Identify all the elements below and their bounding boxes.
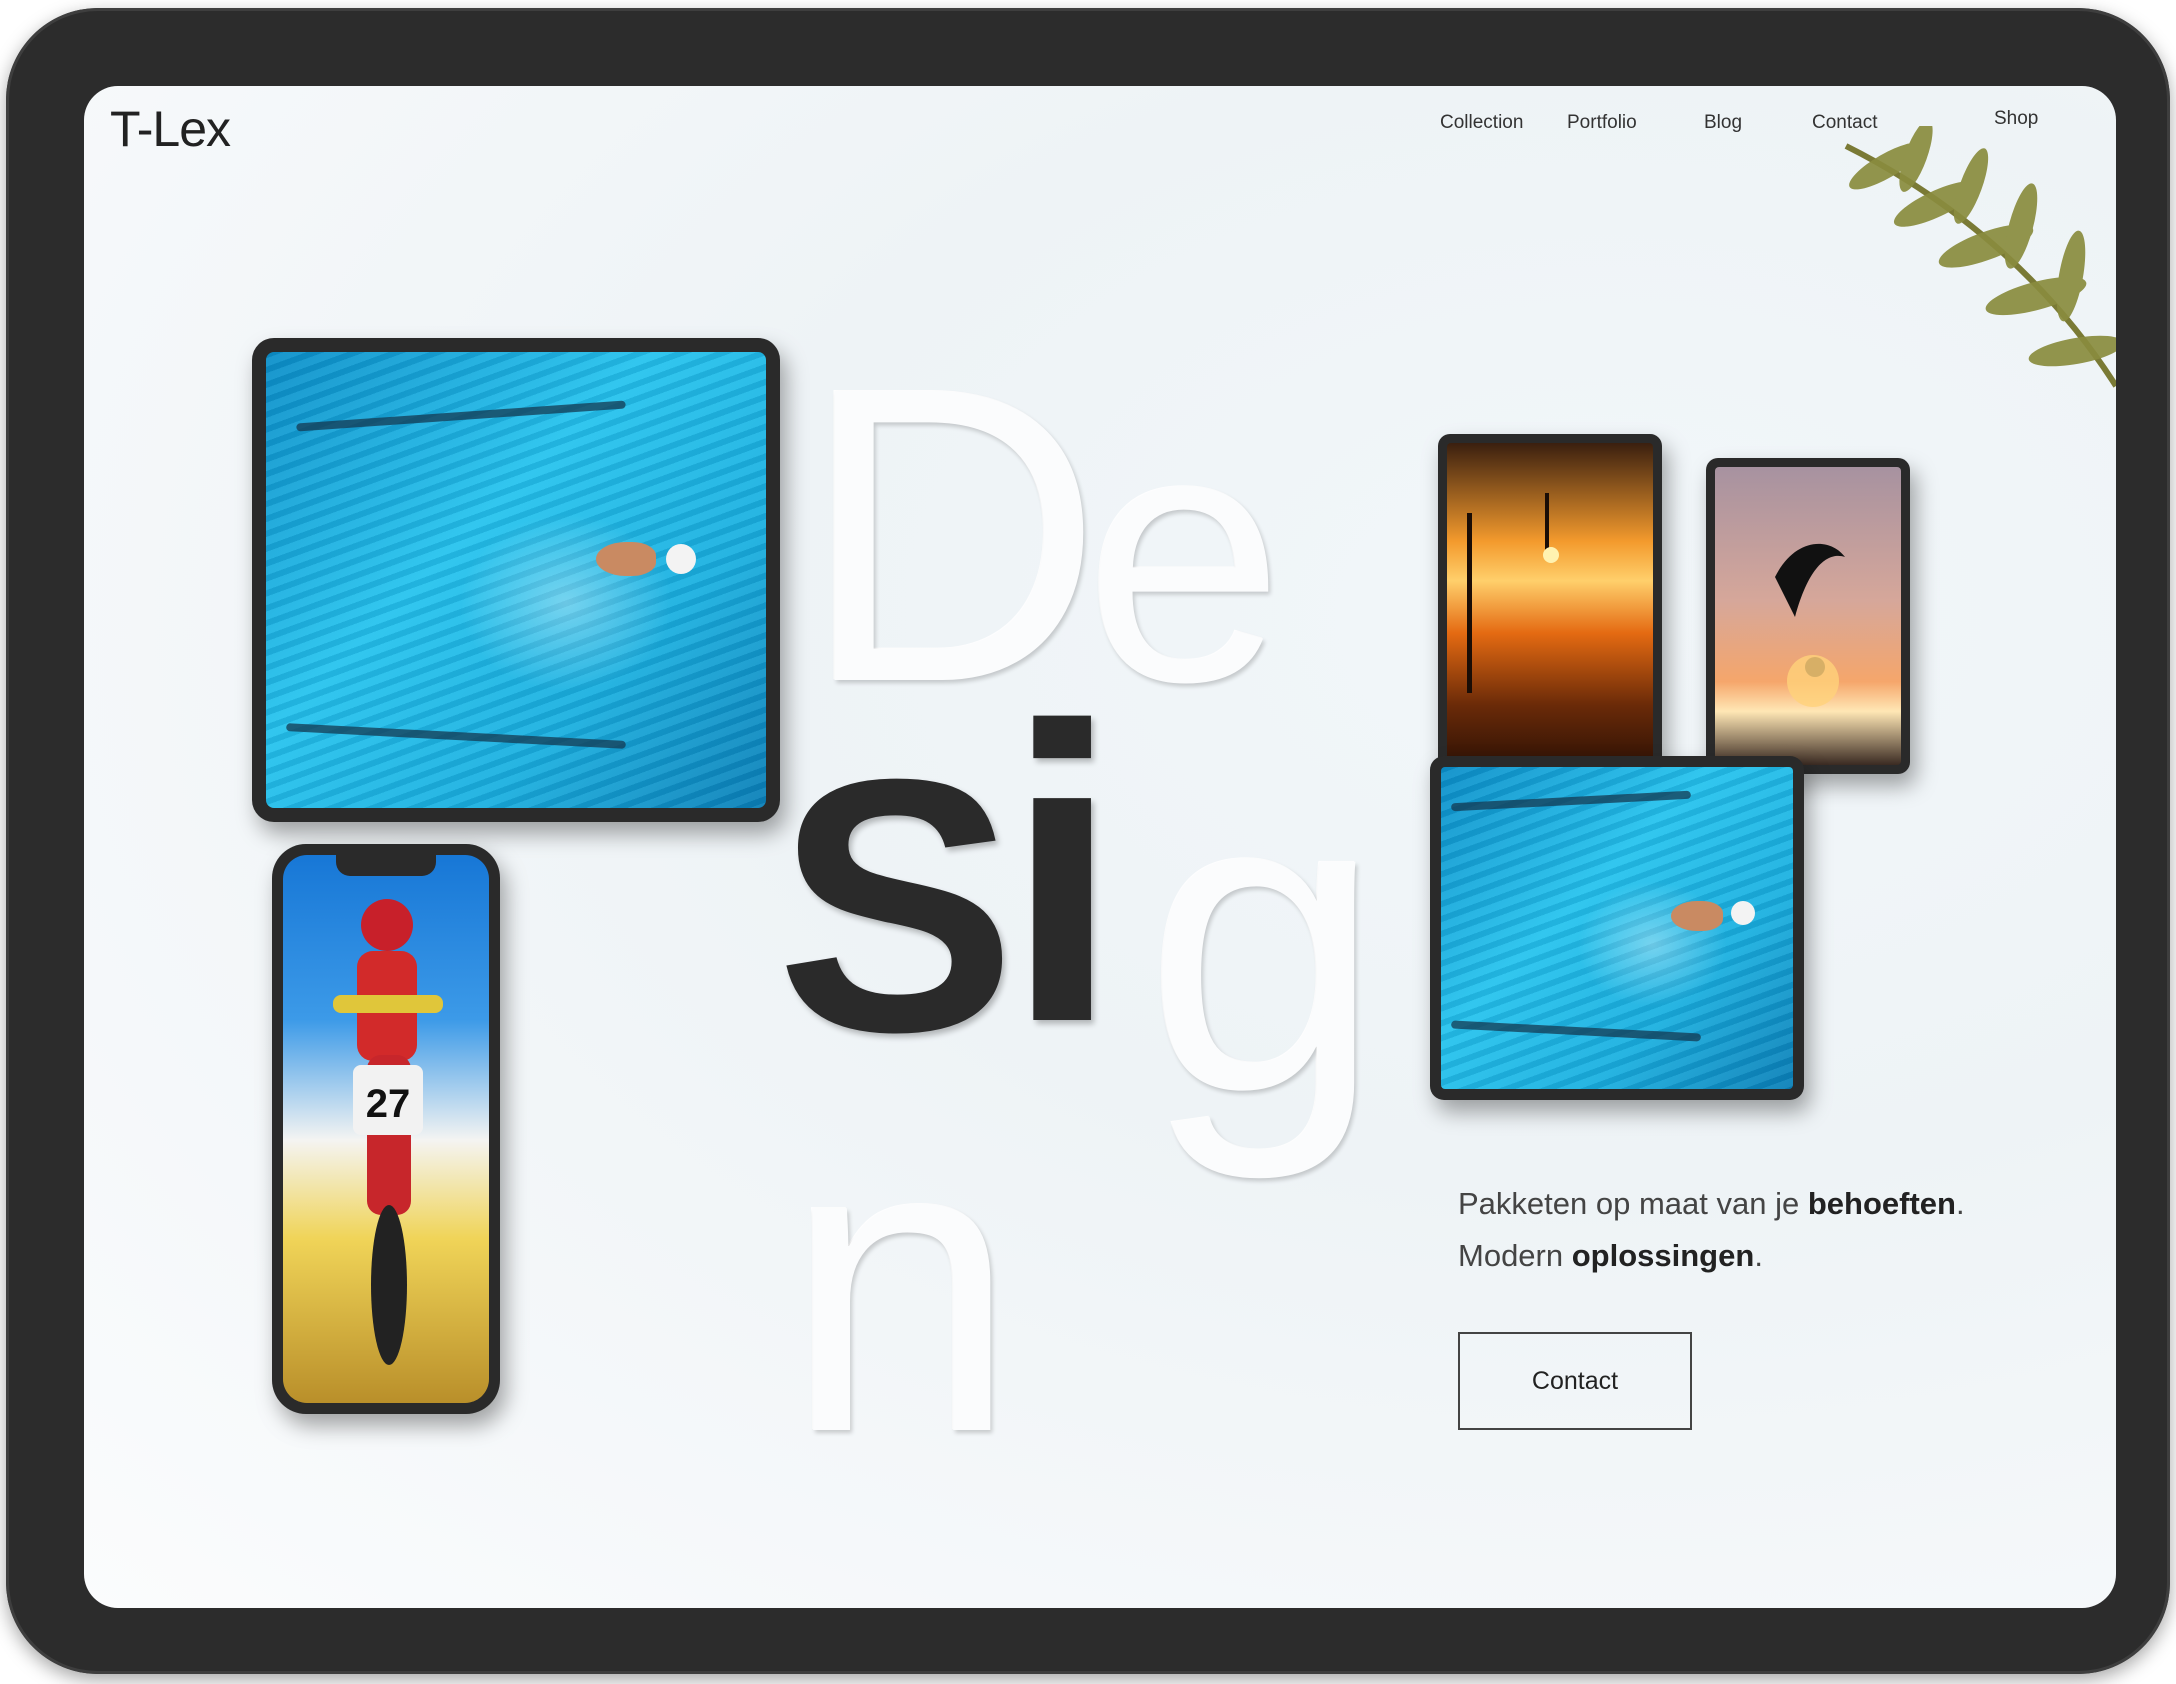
phone-notch — [336, 854, 436, 876]
tablet-mockup-pool-small — [1430, 756, 1804, 1100]
tagline-line2-bold: oplossingen — [1571, 1238, 1755, 1273]
tagline-line1-end: . — [1955, 1186, 1965, 1221]
tagline-line1-bold: behoeften — [1807, 1186, 1956, 1221]
svg-text:27: 27 — [366, 1082, 411, 1126]
tablet-mockup-sunset — [1438, 434, 1662, 780]
hero-tagline: Pakketen op maat van je behoeften. Moder… — [1458, 1178, 1965, 1282]
phone-mockup-motocross: 27 — [272, 844, 500, 1414]
contact-button[interactable]: Contact — [1458, 1332, 1692, 1430]
website-screen: T-Lex Collection Portfolio Blog Contact … — [84, 86, 2116, 1608]
nav-blog[interactable]: Blog — [1704, 112, 1742, 134]
hero-letter-g: g — [1144, 701, 1384, 1181]
fern-leaf-icon — [1844, 126, 2116, 388]
swimmer-image — [266, 352, 766, 808]
tagline-line1-text: Pakketen op maat van je — [1458, 1186, 1808, 1221]
hero-letter-i: i — [1004, 641, 1121, 1110]
nav-portfolio[interactable]: Portfolio — [1567, 112, 1637, 134]
swimmer-image-small — [1441, 767, 1793, 1089]
hero-letter-n: n — [784, 1051, 1018, 1520]
sunset-image — [1447, 443, 1653, 771]
tablet-frame: T-Lex Collection Portfolio Blog Contact … — [6, 8, 2170, 1674]
paraglider-image — [1715, 467, 1901, 765]
tagline-line2-end: . — [1754, 1238, 1763, 1273]
motocross-image: 27 — [283, 855, 489, 1403]
tablet-mockup-paraglider — [1706, 458, 1910, 774]
tablet-mockup-pool — [252, 338, 780, 822]
hero-letter-s: S — [776, 705, 1017, 1107]
site-logo[interactable]: T-Lex — [110, 100, 231, 158]
tagline-line2-text: Modern — [1458, 1238, 1572, 1273]
nav-collection[interactable]: Collection — [1440, 112, 1523, 134]
